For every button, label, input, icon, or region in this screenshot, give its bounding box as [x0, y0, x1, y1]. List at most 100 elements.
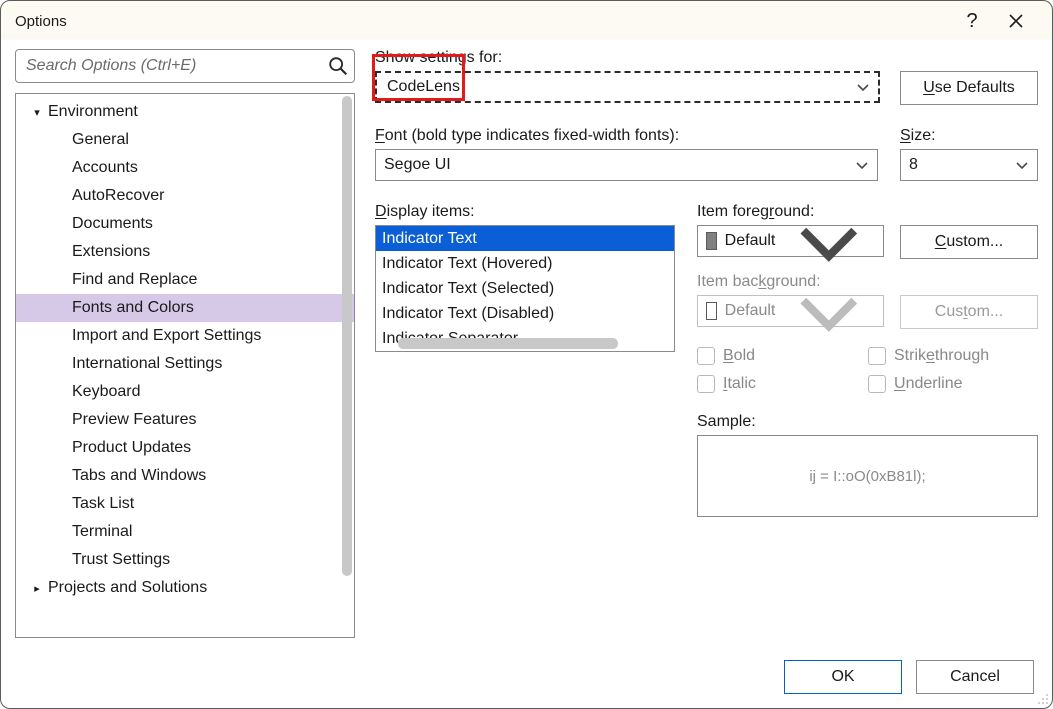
list-item-label: Indicator Text (Disabled)	[382, 305, 554, 323]
list-item[interactable]: Indicator Text (Hovered)	[376, 251, 674, 276]
tree-item-preview-features[interactable]: Preview Features	[16, 406, 354, 434]
show-settings-select[interactable]: CodeLens	[375, 71, 880, 103]
underline-checkbox[interactable]: Underline	[868, 375, 1038, 393]
titlebar: Options ?	[1, 1, 1052, 41]
checkbox-box	[697, 375, 715, 393]
close-icon	[1008, 13, 1024, 29]
tree-item-accounts[interactable]: Accounts	[16, 154, 354, 182]
tree-item-trust-settings[interactable]: Trust Settings	[16, 546, 354, 574]
list-item[interactable]: Indicator Text (Disabled)	[376, 301, 674, 326]
tree-item-label: Preview Features	[72, 411, 197, 429]
tree-item-label: Projects and Solutions	[48, 579, 207, 597]
bold-checkbox[interactable]: Bold	[697, 347, 755, 365]
left-panel: ▾ Environment General Accounts AutoRecov…	[15, 49, 355, 638]
foreground-value: Default	[725, 232, 776, 250]
tree-item-tabs-windows[interactable]: Tabs and Windows	[16, 462, 354, 490]
use-defaults-button[interactable]: Use Defaults	[900, 71, 1038, 105]
foreground-custom-button[interactable]: Custom...	[900, 225, 1038, 259]
tree-item-label: General	[72, 131, 129, 149]
chevron-down-icon	[854, 78, 872, 96]
tree-item-label: Tabs and Windows	[72, 467, 206, 485]
tree-item-general[interactable]: General	[16, 126, 354, 154]
tree-item-label: AutoRecover	[72, 187, 165, 205]
chevron-down-icon	[853, 156, 871, 174]
display-items-listbox[interactable]: Indicator Text Indicator Text (Hovered) …	[375, 225, 675, 352]
listbox-hscroll[interactable]	[378, 338, 672, 349]
tree-item-documents[interactable]: Documents	[16, 210, 354, 238]
size-value: 8	[909, 156, 918, 174]
chevron-right-icon: ▸	[30, 582, 44, 595]
tree-item-label: Product Updates	[72, 439, 191, 457]
tree-item-extensions[interactable]: Extensions	[16, 238, 354, 266]
checkbox-box	[697, 347, 715, 365]
help-button[interactable]: ?	[950, 1, 994, 41]
list-item[interactable]: Indicator Text (Selected)	[376, 276, 674, 301]
scrollbar-thumb[interactable]	[342, 96, 352, 576]
list-item[interactable]: Indicator Text	[376, 226, 674, 251]
tree-item-autorecover[interactable]: AutoRecover	[16, 182, 354, 210]
tree-item-label: Find and Replace	[72, 271, 197, 289]
search-input[interactable]	[15, 49, 355, 83]
tree-item-task-list[interactable]: Task List	[16, 490, 354, 518]
tree-item-label: Documents	[72, 215, 153, 233]
tree-item-terminal[interactable]: Terminal	[16, 518, 354, 546]
sample-text: ij = I::oO(0xB81l);	[809, 468, 925, 485]
tree-item-international[interactable]: International Settings	[16, 350, 354, 378]
tree-item-keyboard[interactable]: Keyboard	[16, 378, 354, 406]
search-icon	[327, 55, 349, 77]
scrollbar-thumb[interactable]	[398, 338, 618, 349]
sample-label: Sample:	[697, 413, 1038, 431]
color-swatch	[706, 232, 717, 250]
window-title: Options	[15, 13, 950, 30]
sample-box: ij = I::oO(0xB81l);	[697, 435, 1038, 517]
cancel-button[interactable]: Cancel	[916, 660, 1034, 694]
cancel-label: Cancel	[950, 668, 1000, 686]
search-wrap	[15, 49, 355, 83]
tree-item-label: Trust Settings	[72, 551, 170, 569]
resize-grip-icon[interactable]	[1035, 691, 1049, 705]
tree-item-label: Import and Export Settings	[72, 327, 261, 345]
checkbox-box	[868, 375, 886, 393]
display-items-label: Display items:	[375, 203, 675, 221]
color-swatch	[706, 302, 717, 320]
size-select[interactable]: 8	[900, 149, 1038, 181]
ok-button[interactable]: OK	[784, 660, 902, 694]
tree-item-label: International Settings	[72, 355, 222, 373]
tree-item-label: Environment	[48, 103, 138, 121]
tree-item-label: Terminal	[72, 523, 132, 541]
tree-item-label: Extensions	[72, 243, 150, 261]
tree-item-label: Task List	[72, 495, 134, 513]
tree-item-product-updates[interactable]: Product Updates	[16, 434, 354, 462]
font-value: Segoe UI	[384, 156, 451, 174]
show-settings-label: Show settings for:	[375, 49, 1038, 67]
tree-item-label: Keyboard	[72, 383, 141, 401]
font-label: Font (bold type indicates fixed-width fo…	[375, 127, 878, 145]
chevron-down-icon: ▾	[30, 106, 44, 119]
italic-checkbox[interactable]: Italic	[697, 375, 756, 393]
tree-item-environment[interactable]: ▾ Environment	[16, 98, 354, 126]
list-item-label: Indicator Text (Selected)	[382, 280, 554, 298]
chevron-down-icon	[783, 265, 875, 357]
strikethrough-checkbox[interactable]: Strikethrough	[868, 347, 1038, 365]
category-tree[interactable]: ▾ Environment General Accounts AutoRecov…	[15, 93, 355, 638]
tree-item-import-export[interactable]: Import and Export Settings	[16, 322, 354, 350]
tree-item-fonts-colors[interactable]: Fonts and Colors	[16, 294, 354, 322]
background-value: Default	[725, 302, 776, 320]
tree-item-label: Accounts	[72, 159, 138, 177]
foreground-select[interactable]: Default	[697, 225, 884, 257]
options-dialog: Options ? ▾ Environment Ge	[0, 0, 1053, 709]
list-item-label: Indicator Text	[382, 230, 477, 248]
tree-item-find-replace[interactable]: Find and Replace	[16, 266, 354, 294]
list-item-label: Indicator Text (Hovered)	[382, 255, 552, 273]
tree-item-projects-solutions[interactable]: ▸ Projects and Solutions	[16, 574, 354, 602]
size-label: Size:	[900, 127, 1038, 145]
background-select: Default	[697, 295, 884, 327]
font-select[interactable]: Segoe UI	[375, 149, 878, 181]
show-settings-value: CodeLens	[385, 78, 460, 96]
tree-item-label: Fonts and Colors	[72, 299, 194, 317]
close-button[interactable]	[994, 1, 1038, 41]
settings-panel: Show settings for: CodeLens Use Defaults…	[375, 49, 1038, 638]
background-custom-button: Custom...	[900, 295, 1038, 329]
tree-scrollbar[interactable]	[342, 96, 352, 635]
ok-label: OK	[831, 668, 854, 686]
